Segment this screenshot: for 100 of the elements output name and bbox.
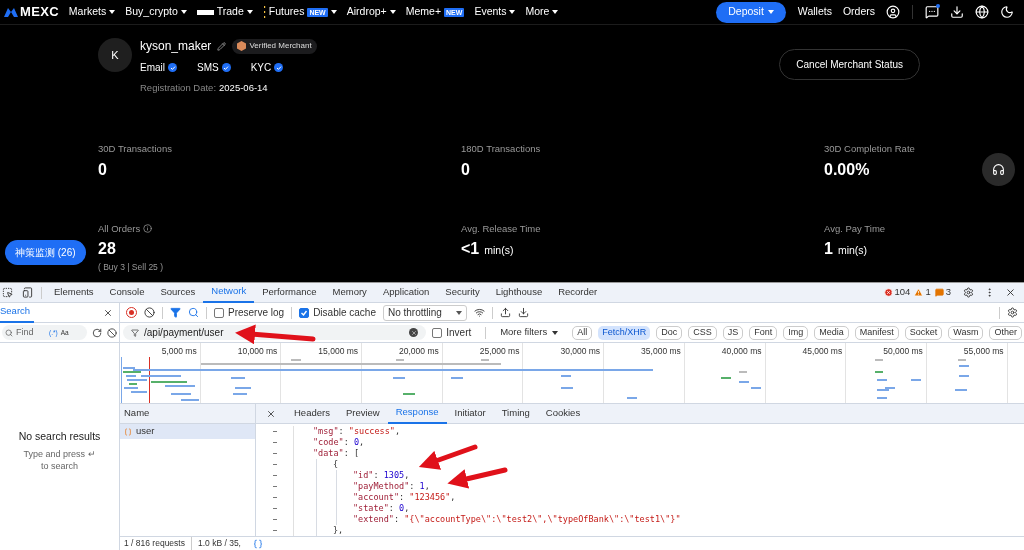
stat-value: 0	[461, 159, 470, 180]
find-input[interactable]: Find	[16, 325, 46, 340]
dots-icon	[262, 6, 266, 18]
devtools-tab[interactable]: Elements	[46, 282, 102, 303]
stat-value: 1	[824, 238, 833, 259]
column-header[interactable]: Name	[120, 404, 255, 424]
edit-icon[interactable]	[217, 41, 227, 51]
empty-title: No search results	[18, 429, 101, 444]
globe-icon[interactable]	[975, 5, 989, 19]
devtools-tab[interactable]: Security	[437, 282, 488, 303]
filter-chip[interactable]: Manifest	[854, 325, 899, 340]
detail-tab[interactable]: Headers	[286, 403, 338, 424]
time-tick: 20,000 ms	[399, 345, 439, 358]
filter-chip[interactable]: Media	[814, 325, 849, 340]
filter-chip[interactable]: JS	[722, 325, 744, 340]
moon-icon[interactable]	[1000, 5, 1014, 19]
devtools-tab[interactable]: Sources	[152, 282, 204, 303]
close-icon[interactable]	[103, 307, 113, 318]
nav-link[interactable]: Wallets	[797, 4, 832, 20]
checkbox[interactable]	[432, 327, 443, 338]
support-button[interactable]	[982, 153, 1015, 186]
logo-text: MEXC	[20, 3, 59, 22]
filter-chip[interactable]: Socket	[904, 325, 943, 340]
verification-label: Email	[140, 61, 165, 75]
caret-icon	[552, 330, 559, 335]
download-icon[interactable]	[517, 307, 529, 318]
nav-link[interactable]: Orders	[842, 4, 875, 20]
filter-chip[interactable]: Fetch/XHR	[598, 325, 651, 340]
devtools-tab[interactable]: Recorder	[550, 282, 606, 303]
time-tick: 15,000 ms	[318, 345, 359, 358]
error-count[interactable]: 104	[894, 285, 911, 300]
username: kyson_maker	[140, 38, 212, 55]
hexagon-icon	[237, 41, 247, 51]
nav-menu-item[interactable]: Events	[474, 4, 516, 20]
download-icon[interactable]	[950, 5, 964, 19]
filter-icon[interactable]	[170, 307, 181, 318]
issue-count[interactable]: 3	[945, 285, 951, 300]
nav-menu-item[interactable]: Buy_crypto	[125, 4, 187, 20]
merchant-badge: Verified Merchant	[232, 38, 317, 54]
stat-value: 28	[98, 238, 116, 259]
nav-menu-item[interactable]: Markets	[68, 4, 116, 20]
close-icon[interactable]	[1005, 287, 1016, 298]
warning-count[interactable]: 1	[925, 285, 931, 300]
filter-chip[interactable]: Other	[989, 325, 1022, 340]
stat-label: Avg. Release Time	[461, 221, 541, 236]
search-tab[interactable]: Search	[0, 302, 35, 323]
inspect-icon[interactable]	[2, 287, 13, 298]
stat-label: 30D Completion Rate	[824, 142, 915, 157]
settings-icon[interactable]	[1007, 307, 1018, 318]
time-tick: 35,000 ms	[641, 345, 681, 358]
throttling-select[interactable]: No throttling	[382, 304, 467, 321]
code-line: "msg": "success",	[313, 426, 401, 437]
devtools-tab[interactable]: Network	[203, 282, 255, 303]
filter-chip[interactable]: All	[572, 325, 593, 340]
stat-value: <1	[461, 238, 480, 259]
annotation-arrow	[418, 444, 478, 470]
search-icon[interactable]	[188, 307, 199, 318]
clear-icon[interactable]	[107, 327, 117, 338]
clear-icon[interactable]	[144, 307, 155, 318]
filter-chip[interactable]: Font	[749, 325, 778, 340]
detail-tab[interactable]: Initiator	[446, 403, 494, 424]
nav-menu-item[interactable]: More	[525, 4, 559, 20]
clear-icon[interactable]	[409, 328, 419, 337]
checkbox[interactable]	[214, 307, 224, 318]
detail-tab[interactable]: Cookies	[537, 403, 589, 424]
nav-menu-item[interactable]: Trade	[196, 4, 253, 20]
close-icon[interactable]	[266, 408, 276, 419]
checkbox[interactable]	[299, 307, 310, 318]
devtools-tab[interactable]: Memory	[324, 282, 375, 303]
device-icon[interactable]	[22, 287, 33, 298]
verification-label: KYC	[250, 61, 272, 75]
settings-icon[interactable]	[963, 287, 974, 298]
time-tick: 40,000 ms	[721, 345, 762, 358]
headset-icon	[992, 163, 1005, 176]
filter-chip[interactable]: CSS	[688, 325, 717, 340]
caret-icon	[767, 10, 774, 14]
refresh-icon[interactable]	[92, 327, 102, 338]
devtools-tab[interactable]: Console	[101, 282, 153, 303]
pretty-print-icon[interactable]	[252, 538, 263, 549]
more-filters-dropdown[interactable]: More filters	[500, 325, 559, 340]
deposit-button[interactable]: Deposit	[716, 1, 786, 23]
network-conditions-icon[interactable]	[473, 307, 485, 318]
error-icon	[883, 288, 893, 297]
detail-tab[interactable]: Timing	[493, 403, 538, 424]
search-icon	[5, 328, 13, 337]
detail-tab[interactable]: Response	[387, 403, 447, 424]
upload-icon[interactable]	[499, 307, 511, 318]
filter-chip[interactable]: Doc	[656, 325, 683, 340]
detail-tab[interactable]: Preview	[337, 403, 388, 424]
monitor-button[interactable]: 神策监测 (26)	[5, 240, 86, 265]
devtools-tab[interactable]: Lighthouse	[487, 282, 551, 303]
devtools-tab[interactable]: Performance	[254, 282, 325, 303]
filter-chip[interactable]: Img	[783, 325, 809, 340]
user-icon[interactable]	[886, 5, 900, 19]
devtools-tab[interactable]: Application	[374, 282, 438, 303]
nav-menu-item[interactable]: Airdrop+	[346, 4, 396, 20]
chat-icon[interactable]	[925, 5, 939, 19]
code-line: "payMethod": 1,	[353, 481, 430, 492]
request-row[interactable]: user	[120, 424, 255, 439]
filter-chip[interactable]: Wasm	[948, 325, 984, 340]
